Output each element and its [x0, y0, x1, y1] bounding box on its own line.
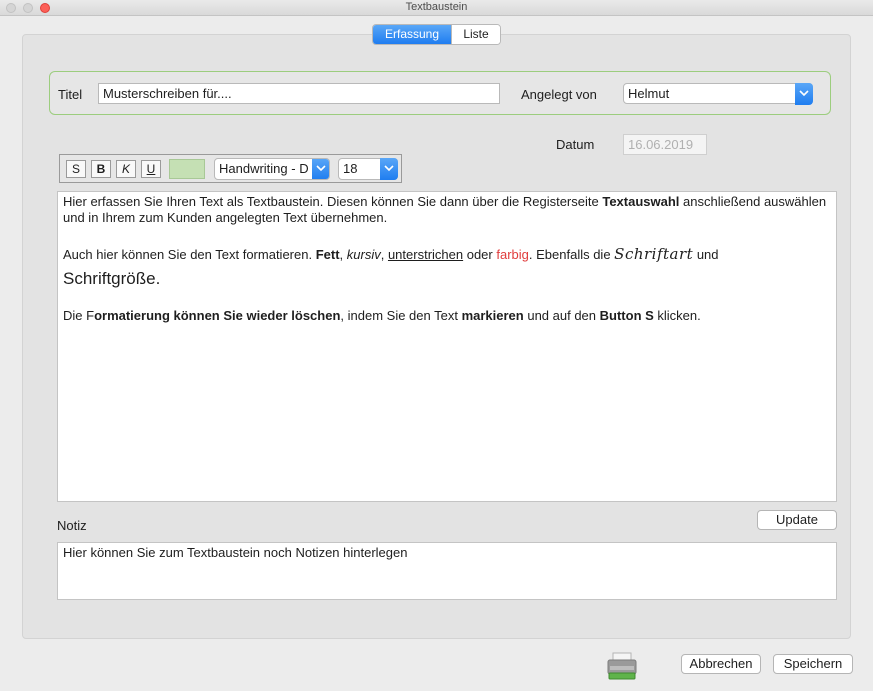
text-run: , — [380, 247, 388, 262]
text-run-script: Schriftart — [614, 245, 694, 263]
text-run-large: Schriftgröße. — [63, 269, 161, 288]
italic-button[interactable]: K — [116, 160, 136, 178]
font-family-select[interactable]: Handwriting - D — [214, 158, 330, 180]
editor-paragraph-2: Auch hier können Sie den Text formatiere… — [63, 242, 831, 292]
text-run: und — [693, 247, 719, 262]
clear-format-button[interactable]: S — [66, 160, 86, 178]
window: Textbaustein Erfassung Liste Titel Muste… — [0, 0, 873, 691]
window-title: Textbaustein — [405, 1, 468, 13]
color-picker-button[interactable] — [169, 159, 205, 179]
font-family-value: Handwriting - D — [219, 161, 309, 176]
text-run: klicken. — [653, 308, 701, 323]
title-group: Titel Musterschreiben für.... Angelegt v… — [49, 71, 831, 115]
cancel-button[interactable]: Abbrechen — [681, 654, 761, 674]
text-run-colored: farbig — [496, 247, 529, 262]
chevron-down-icon — [312, 159, 329, 179]
editor-paragraph-1: Hier erfassen Sie Ihren Text als Textbau… — [63, 194, 831, 226]
text-run: oder — [463, 247, 497, 262]
format-toolbar: S B K U Handwriting - D 18 — [59, 154, 402, 183]
tab-liste[interactable]: Liste — [451, 25, 500, 44]
chevron-down-icon — [795, 83, 813, 105]
tab-bar: Erfassung Liste — [372, 24, 501, 45]
text-run: , indem Sie den Text — [340, 308, 462, 323]
font-size-value: 18 — [343, 161, 358, 176]
text-run: . Ebenfalls die — [528, 247, 615, 262]
text-run: , — [339, 247, 347, 262]
angelegt-von-select[interactable]: Helmut — [623, 83, 813, 105]
text-run-bold: Button S — [599, 308, 654, 323]
font-size-select[interactable]: 18 — [338, 158, 398, 180]
text-run-bold: Fett — [315, 247, 340, 262]
text-run-italic: kursiv — [346, 247, 381, 262]
datum-field: 16.06.2019 — [623, 134, 707, 155]
underline-button[interactable]: U — [141, 160, 161, 178]
text-run: Die F — [63, 308, 95, 323]
angelegt-von-value: Helmut — [628, 86, 670, 101]
update-button[interactable]: Update — [757, 510, 837, 530]
editor-paragraph-3: Die Formatierung können Sie wieder lösch… — [63, 308, 831, 324]
datum-label: Datum — [556, 137, 595, 152]
text-run-bold: ormatierung können Sie wieder löschen — [94, 308, 341, 323]
bold-button[interactable]: B — [91, 160, 111, 178]
text-run-underline: unterstrichen — [387, 247, 464, 262]
text-run: Auch hier können Sie den Text formatiere… — [63, 247, 316, 262]
chevron-down-icon — [380, 158, 398, 180]
text-run: Hier erfassen Sie Ihren Text als Textbau… — [63, 194, 603, 209]
text-run-bold: markieren — [461, 308, 524, 323]
text-run-bold: Textauswahl — [602, 194, 680, 209]
tab-erfassung[interactable]: Erfassung — [373, 25, 451, 44]
titel-input[interactable]: Musterschreiben für.... — [98, 83, 500, 104]
printer-icon[interactable] — [606, 652, 638, 682]
titlebar: Textbaustein — [0, 0, 873, 16]
angelegt-von-label: Angelegt von — [521, 87, 597, 102]
text-editor[interactable]: Hier erfassen Sie Ihren Text als Textbau… — [57, 191, 837, 502]
save-button[interactable]: Speichern — [773, 654, 853, 674]
titel-label: Titel — [58, 87, 83, 102]
notiz-label: Notiz — [57, 518, 87, 533]
text-run: und auf den — [523, 308, 600, 323]
notiz-textarea[interactable]: Hier können Sie zum Textbaustein noch No… — [57, 542, 837, 600]
